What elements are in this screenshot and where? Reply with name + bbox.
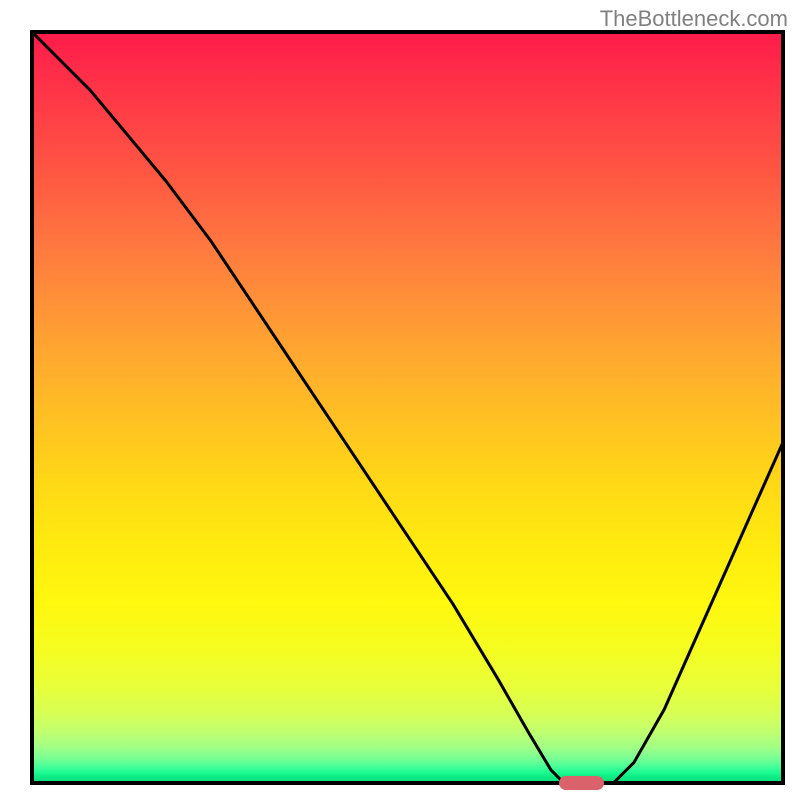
curve-svg <box>30 30 785 785</box>
optimal-zone-marker <box>559 776 604 790</box>
bottleneck-curve-path <box>30 30 785 785</box>
watermark-text: TheBottleneck.com <box>600 6 788 32</box>
chart-container: TheBottleneck.com <box>0 0 800 800</box>
plot-area <box>30 30 785 785</box>
